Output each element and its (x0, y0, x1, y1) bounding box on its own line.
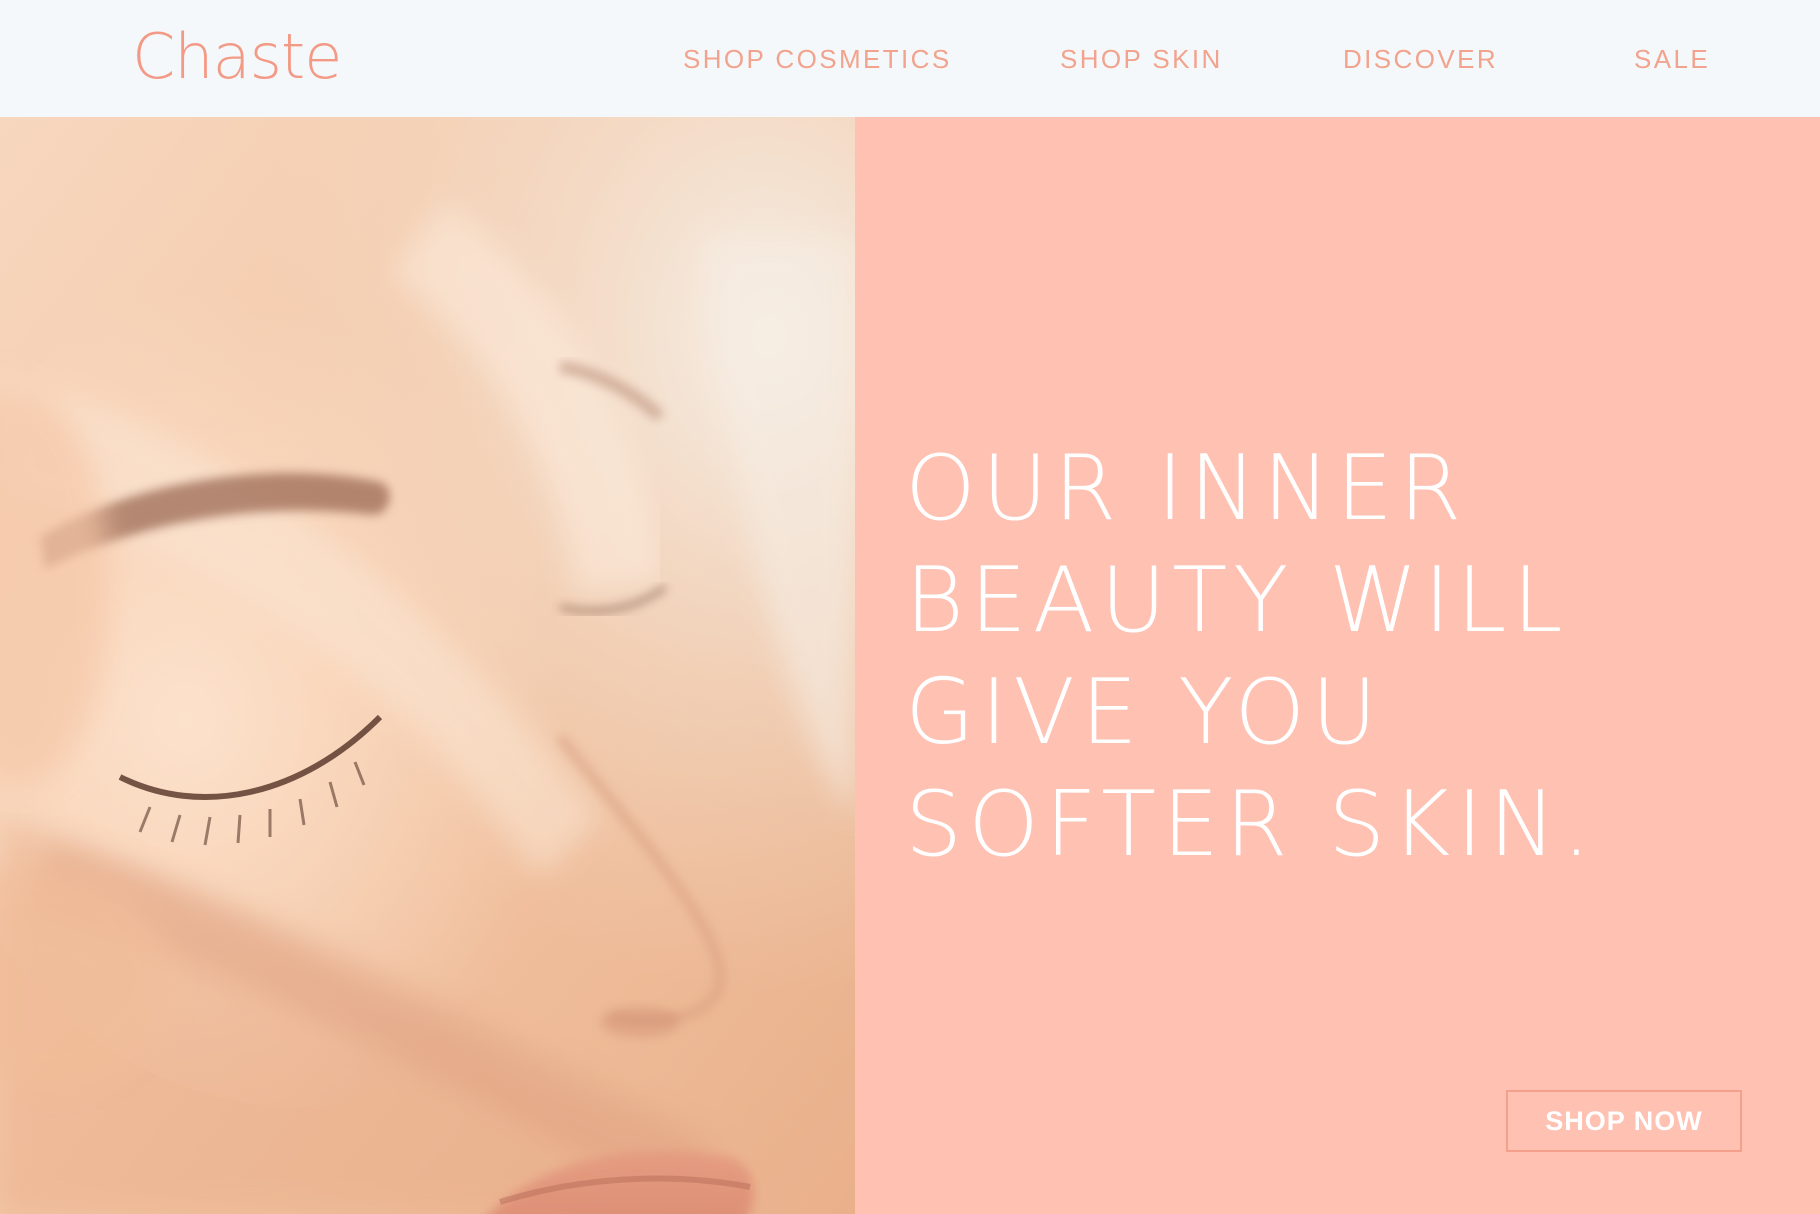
nav-shop-cosmetics[interactable]: SHOP COSMETICS (683, 44, 952, 74)
hero-panel: OUR INNER BEAUTY WILL GIVE YOU SOFTER SK… (855, 117, 1820, 1214)
shop-now-button[interactable]: SHOP NOW (1506, 1090, 1742, 1152)
nav-shop-skin[interactable]: SHOP SKIN (1060, 44, 1223, 74)
nav-discover[interactable]: DISCOVER (1343, 44, 1498, 74)
hero-portrait-image (0, 117, 855, 1214)
nav-sale[interactable]: SALE (1634, 44, 1710, 74)
headline-line: BEAUTY WILL (905, 548, 1569, 653)
headline-line: SOFTER SKIN. (905, 772, 1597, 877)
site-header: Chaste SHOP COSMETICS SHOP SKIN DISCOVER… (0, 0, 1820, 117)
brand-logo[interactable]: Chaste (132, 26, 342, 88)
hero-headline: OUR INNER BEAUTY WILL GIVE YOU SOFTER SK… (905, 433, 1597, 881)
headline-line: GIVE YOU (905, 660, 1384, 765)
headline-line: OUR INNER (905, 436, 1468, 541)
